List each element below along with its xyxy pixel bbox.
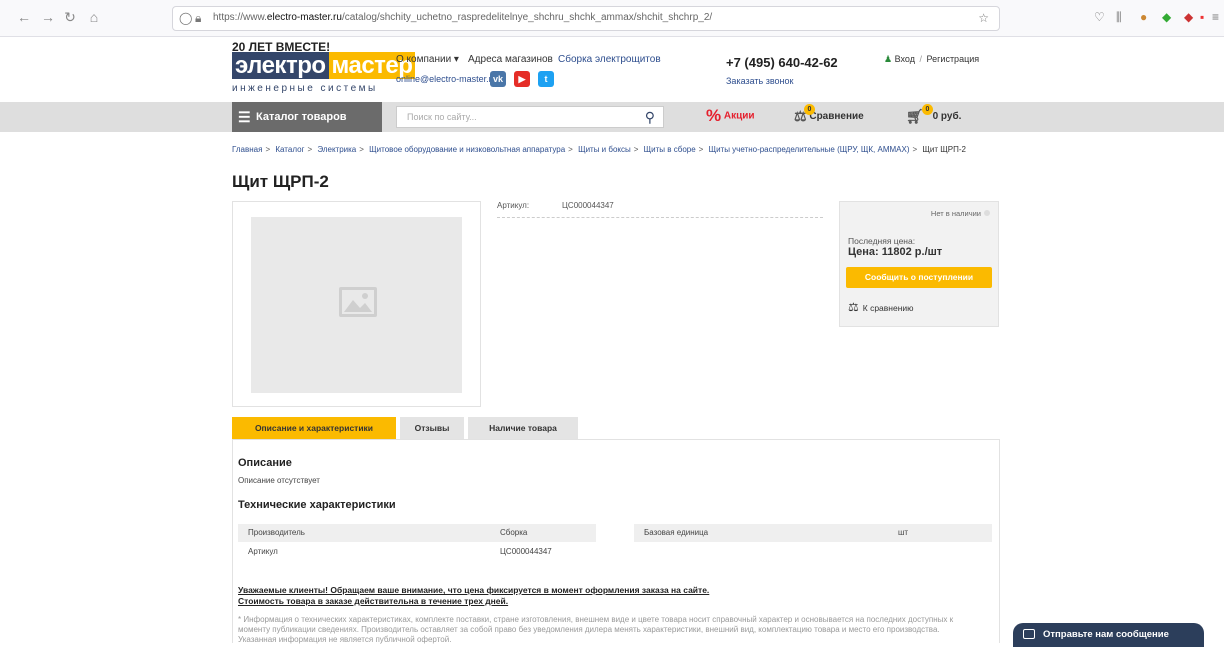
promo-link[interactable]: % Акции <box>706 106 755 126</box>
notify-button[interactable]: Сообщить о поступлении <box>846 267 992 288</box>
cart-count-badge: 0 <box>922 104 933 115</box>
tab-availability[interactable]: Наличие товара <box>468 417 578 439</box>
bookmark-star-icon[interactable]: ☆ <box>978 11 989 25</box>
breadcrumb-item[interactable]: Щиты и боксы <box>578 145 631 154</box>
address-bar[interactable]: ◯ 🔒︎ https://www.electro-master.ru/catal… <box>172 6 1000 31</box>
spec-name: Производитель <box>248 528 305 537</box>
extension-icon[interactable]: ◆ <box>1162 10 1171 24</box>
compare-count-badge: 0 <box>804 104 815 115</box>
vk-icon[interactable]: vk <box>490 71 506 87</box>
compare-link-label: К сравнению <box>862 303 914 313</box>
stock-dot-icon <box>984 210 990 216</box>
spec-value: ЦС000044347 <box>500 547 552 556</box>
breadcrumb: Главная > Каталог > Электрика > Щитовое обо… <box>232 145 966 154</box>
add-to-compare-link[interactable]: ⚖ К сравнению <box>848 300 914 314</box>
price-value: Цена: 11802 р./шт <box>848 246 943 258</box>
extension-icon[interactable]: ● <box>1140 10 1147 24</box>
price-notice: Уважаемые клиенты! Обращаем ваше внимани… <box>238 585 709 607</box>
hamburger-icon: ☰ <box>238 109 251 125</box>
email-link[interactable]: online@electro-master.ru <box>396 74 497 84</box>
stock-label: Нет в наличии <box>930 209 981 218</box>
twitter-icon[interactable]: t <box>538 71 554 87</box>
tab-description[interactable]: Описание и характеристики <box>232 417 396 439</box>
login-link[interactable]: Вход <box>895 54 915 64</box>
cart-total: 0 руб. <box>932 111 962 123</box>
description-text: Описание отсутствует <box>238 476 320 485</box>
tab-reviews[interactable]: Отзывы <box>400 417 464 439</box>
search-placeholder: Поиск по сайту... <box>407 112 477 122</box>
message-icon <box>1023 629 1035 639</box>
price-panel: Нет в наличии Последняя цена: Цена: 1180… <box>839 201 999 327</box>
user-icon: ♟ <box>884 54 893 64</box>
page-title: Щит ЩРП-2 <box>232 172 329 191</box>
breadcrumb-item[interactable]: Щиты в сборе <box>644 145 696 154</box>
register-link[interactable]: Регистрация <box>927 54 980 64</box>
logo-subtitle: инженерные системы <box>232 83 378 94</box>
image-placeholder <box>251 217 462 393</box>
last-price-label: Последняя цена: <box>848 236 916 246</box>
table-row: Производитель Сборка <box>238 524 596 542</box>
extension-icon[interactable]: ▪ <box>1200 10 1204 24</box>
breadcrumb-item[interactable]: Щиты учетно-распределительные (ЩРУ, ЩК, … <box>709 145 910 154</box>
breadcrumb-item[interactable]: Электрика <box>317 145 356 154</box>
catalog-button[interactable]: ☰ Каталог товаров <box>232 102 382 132</box>
compare-label: Сравнение <box>809 111 864 123</box>
menu-icon[interactable]: ≡ <box>1212 10 1219 24</box>
phone-number[interactable]: +7 (495) 640-42-62 <box>726 55 838 70</box>
home-icon[interactable]: ⌂ <box>86 9 102 25</box>
nav-assembly[interactable]: Сборка электрощитов <box>558 54 661 65</box>
nav-stores[interactable]: Адреса магазинов <box>468 54 553 65</box>
scales-icon: ⚖ <box>848 300 859 314</box>
article-label: Артикул: <box>497 201 530 210</box>
nav-about[interactable]: О компании ▾ <box>396 54 459 65</box>
divider <box>497 217 823 218</box>
lock-icon[interactable]: 🔒︎ <box>195 11 201 26</box>
compare-link[interactable]: ⚖ 0 Сравнение <box>794 104 864 125</box>
url-text[interactable]: https://www.electro-master.ru/catalog/sh… <box>213 12 712 23</box>
spec-name: Базовая единица <box>644 528 709 537</box>
logo-text-part1: электро <box>232 52 329 79</box>
promo-label: Акции <box>723 110 755 122</box>
catalog-label: Каталог товаров <box>256 111 347 123</box>
breadcrumb-current: Щит ЩРП-2 <box>922 145 966 154</box>
search-icon[interactable]: ⚲ <box>645 109 655 126</box>
breadcrumb-item[interactable]: Щитовое оборудование и низковольтная апп… <box>369 145 565 154</box>
shield-icon[interactable]: ◯ <box>179 11 192 25</box>
spec-value: Сборка <box>500 528 528 537</box>
site-logo[interactable]: электро мастер <box>232 52 416 79</box>
stock-status: Нет в наличии <box>931 209 990 218</box>
spec-value: шт <box>898 528 909 537</box>
library-icon[interactable]: ⫼ <box>1116 10 1122 25</box>
callback-link[interactable]: Заказать звонок <box>726 76 793 86</box>
breadcrumb-item[interactable]: Главная <box>232 145 262 154</box>
percent-icon: % <box>706 106 722 125</box>
back-icon[interactable]: ← <box>16 9 32 25</box>
auth-separator: / <box>919 54 922 64</box>
notice-line: Стоимость товара в заказе действительна … <box>238 596 509 606</box>
chat-label: Отправьте нам сообщение <box>1043 629 1169 640</box>
browser-toolbar: ← → ↻ ⌂ ◯ 🔒︎ https://www.electro-master.… <box>0 0 1224 37</box>
chat-button[interactable]: Отправьте нам сообщение <box>1013 623 1204 647</box>
disclaimer-text: * Информация о технических характеристик… <box>238 615 954 644</box>
search-input[interactable]: Поиск по сайту... ⚲ <box>396 106 664 128</box>
image-icon <box>339 287 377 317</box>
youtube-icon[interactable]: ▶ <box>514 71 530 87</box>
table-row: Базовая единица шт <box>634 524 992 542</box>
product-image[interactable] <box>232 201 481 407</box>
auth-links: ♟ Вход / Регистрация <box>884 54 979 65</box>
table-row: Артикул ЦС000044347 <box>238 543 596 561</box>
article-value: ЦС000044347 <box>562 201 614 210</box>
extension-icon[interactable]: ◆ <box>1184 10 1193 24</box>
notice-line: Уважаемые клиенты! Обращаем ваше внимани… <box>238 585 710 595</box>
specs-heading: Технические характеристики <box>238 499 396 511</box>
cart-link[interactable]: 🛒︎ 0 0 руб. <box>906 104 962 125</box>
spec-name: Артикул <box>248 547 278 556</box>
reload-icon[interactable]: ↻ <box>62 9 78 26</box>
breadcrumb-item[interactable]: Каталог <box>275 145 304 154</box>
forward-icon[interactable]: → <box>40 9 56 25</box>
pocket-icon[interactable]: ♡ <box>1094 10 1105 24</box>
description-heading: Описание <box>238 457 292 469</box>
